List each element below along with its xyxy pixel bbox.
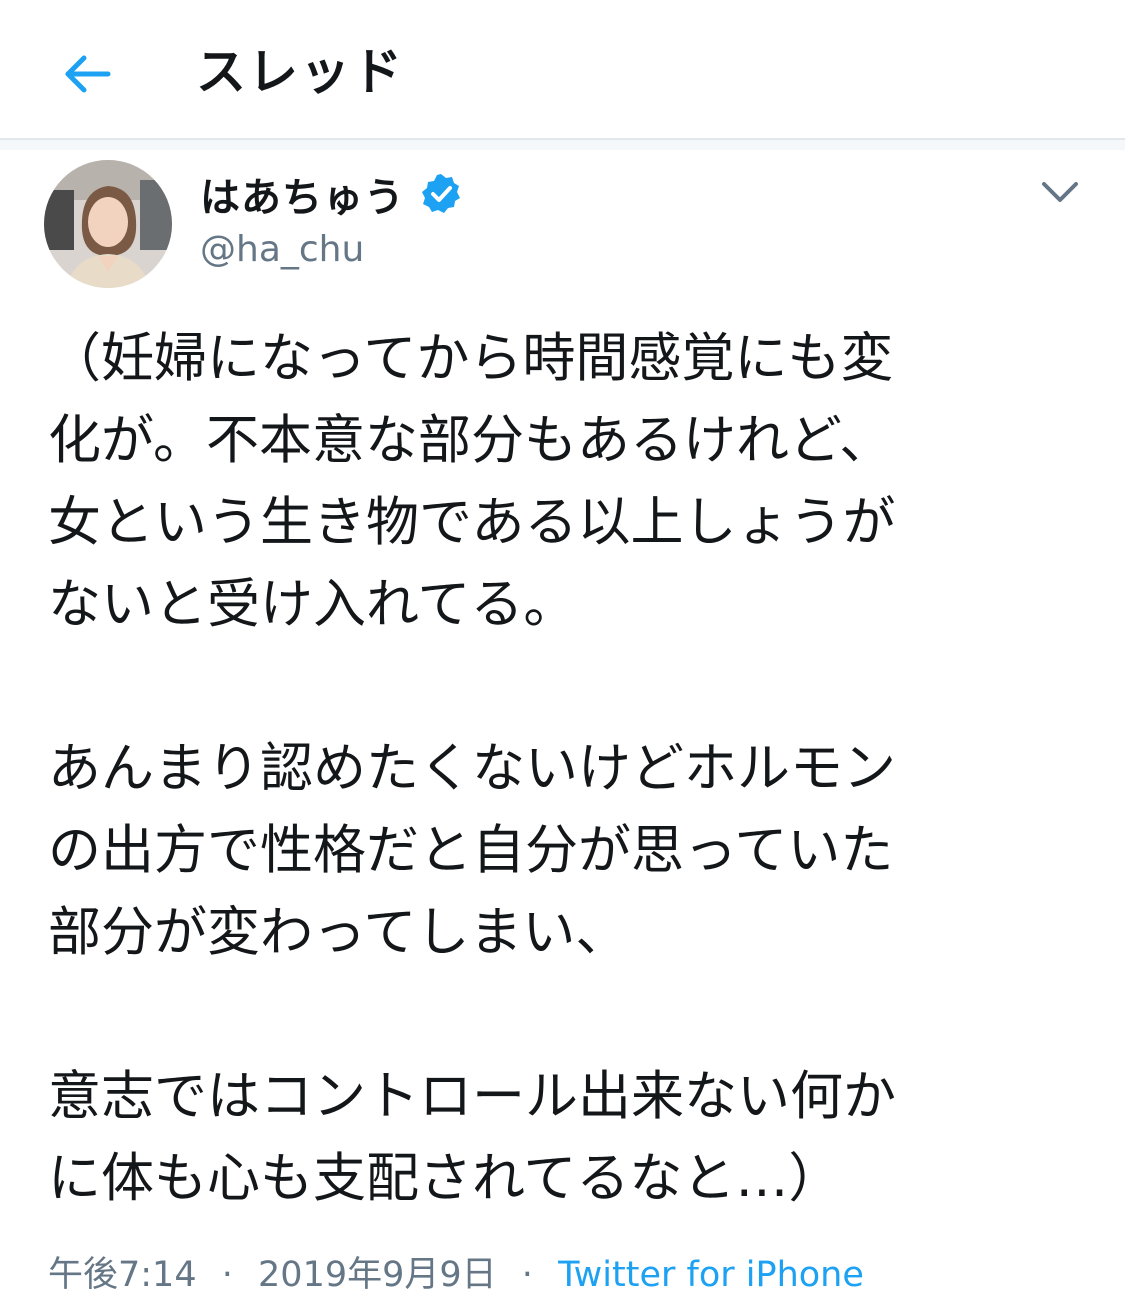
page-title: スレッド — [196, 43, 404, 101]
separator-dot: · — [221, 1255, 233, 1295]
tweet-source-link[interactable]: Twitter for iPhone — [558, 1255, 864, 1295]
chevron-down-icon — [1042, 182, 1078, 202]
avatar[interactable] — [44, 160, 172, 288]
tweet-metadata: 午後7:14 · 2019年9月9日 · Twitter for iPhone — [48, 1250, 864, 1300]
user-handle[interactable]: @ha_chu — [200, 226, 364, 274]
tweet-line: に体も心も支配されてるなと…） — [48, 1148, 842, 1209]
more-options-button[interactable] — [1038, 176, 1082, 208]
tweet-time[interactable]: 午後7:14 — [48, 1255, 197, 1295]
display-name[interactable]: はあちゅう — [200, 165, 405, 223]
avatar-image — [44, 160, 172, 288]
top-bar: スレッド — [0, 0, 1125, 140]
back-button[interactable] — [56, 46, 116, 102]
tweet-line: 部分が変わってしまい、 — [48, 902, 629, 963]
separator-dot: · — [521, 1255, 533, 1295]
tweet-line: 化が。不本意な部分もあるけれど、 — [48, 410, 893, 471]
tweet-line: （妊婦になってから時間感覚にも変 — [48, 328, 894, 389]
verified-badge-icon — [422, 174, 460, 213]
tweet-line: ないと受け入れてる。 — [48, 574, 577, 635]
tweet-line: 意志ではコントロール出来ない何か — [48, 1066, 896, 1127]
tweet-line: 女という生き物である以上しょうが — [48, 492, 896, 553]
tweet-body: （妊婦になってから時間感覚にも変 化が。不本意な部分もあるけれど、 女という生き… — [48, 318, 1088, 1220]
tweet-date[interactable]: 2019年9月9日 — [258, 1255, 497, 1295]
arrow-left-icon — [65, 55, 111, 93]
tweet-line: あんまり認めたくないけどホルモン — [48, 738, 896, 799]
author-name-row[interactable]: はあちゅう — [200, 166, 463, 222]
header-divider — [0, 140, 1125, 150]
tweet-line: の出方で性格だと自分が思っていた — [48, 820, 894, 881]
